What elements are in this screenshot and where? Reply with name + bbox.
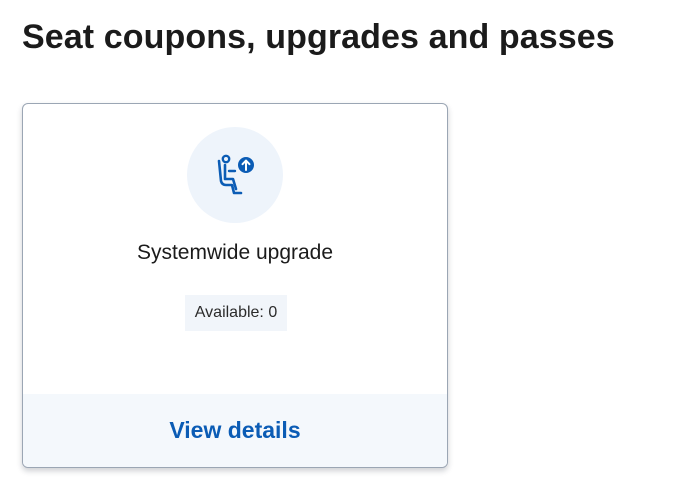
page-title: Seat coupons, upgrades and passes [22,18,615,56]
view-details-link[interactable]: View details [169,394,300,467]
icon-circle [187,127,283,223]
seat-upgrade-icon [217,154,254,195]
upgrade-card: Systemwide upgrade Available: 0 View det… [22,103,448,468]
card-title: Systemwide upgrade [136,241,334,264]
availability-badge: Available: 0 [185,295,287,331]
card-footer: View details [23,394,447,467]
